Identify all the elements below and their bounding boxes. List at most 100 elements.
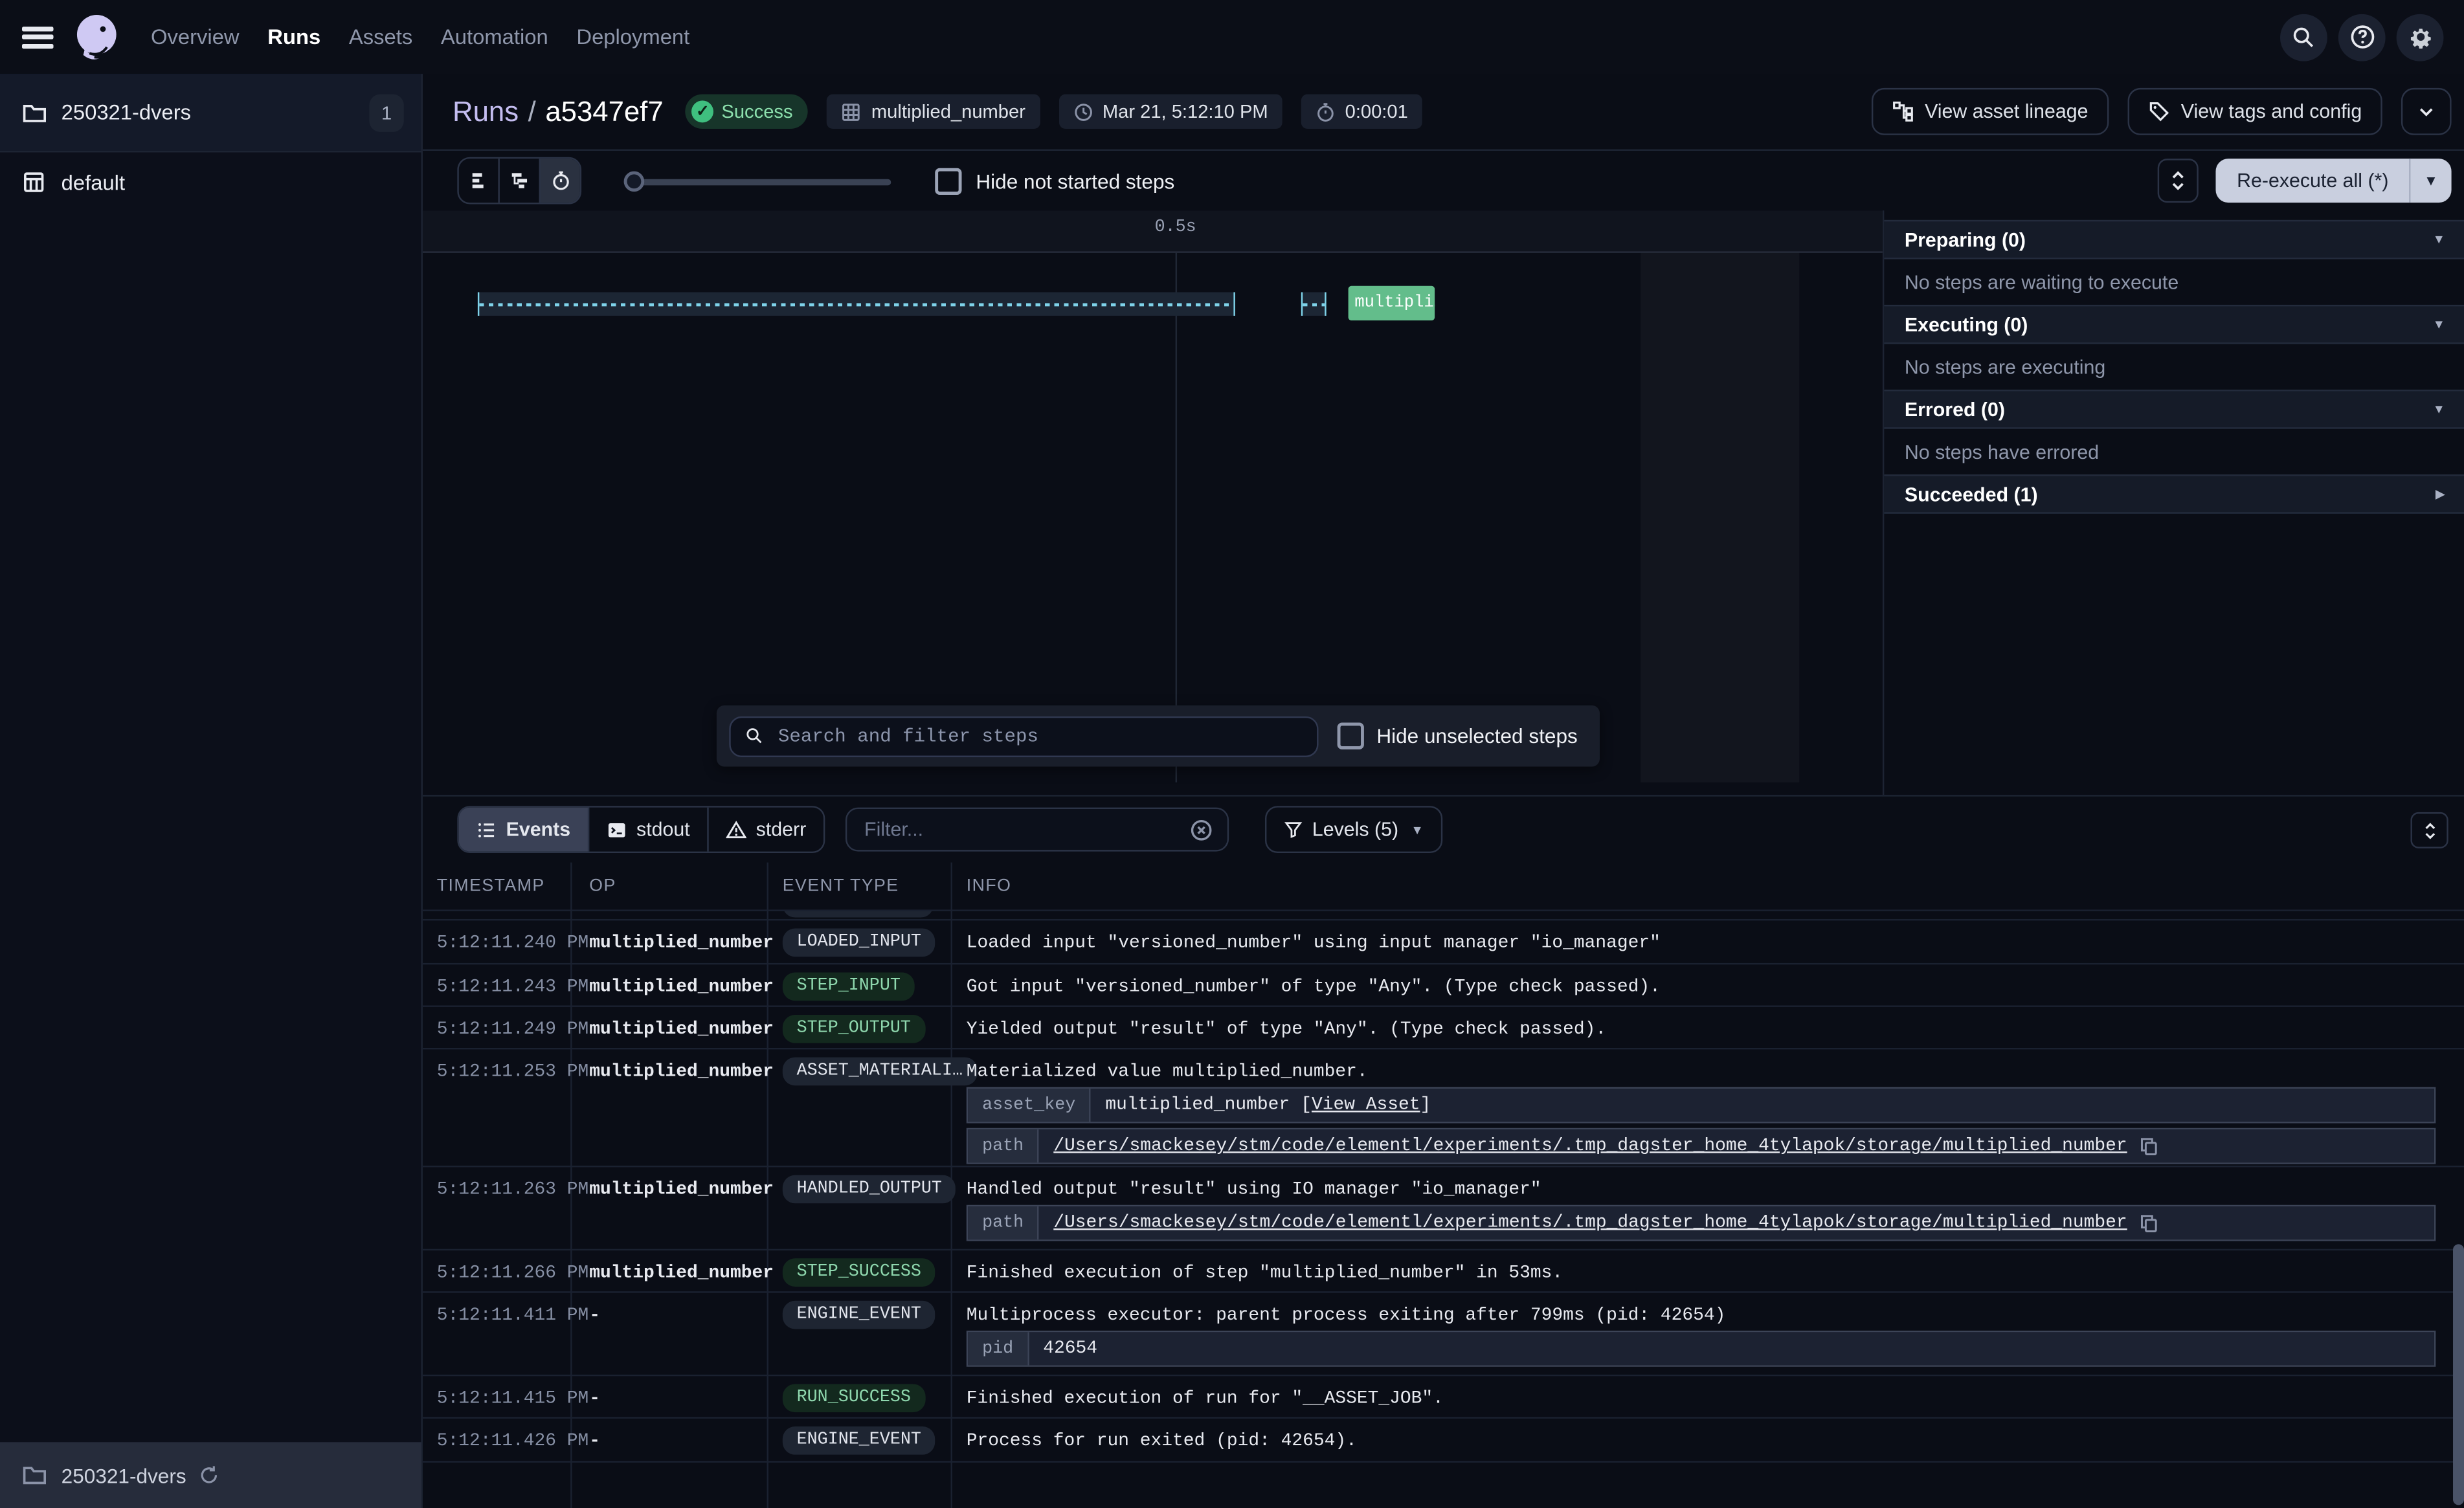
metadata-value[interactable]: 42654 xyxy=(1043,1338,1097,1359)
gantt-chart: 0.5s multipli… Hide unselected steps xyxy=(423,210,1883,795)
gantt-highlight-band xyxy=(1641,253,1799,782)
metadata-value[interactable]: /Users/smackesey/stm/code/elementl/exper… xyxy=(1053,1136,2127,1157)
table-row[interactable]: 5:12:11.266 PM multiplied_number STEP_SU… xyxy=(423,1250,2464,1293)
row-info: Yielded output "result" of type "Any". (… xyxy=(967,1007,2436,1040)
settings-gear-icon[interactable] xyxy=(2397,14,2444,61)
col-header-event-type: EVENT TYPE xyxy=(783,876,899,895)
sidebar-item-default-job[interactable]: default xyxy=(0,152,421,212)
dagster-logo[interactable] xyxy=(71,11,122,63)
table-row[interactable]: 5:12:11.263 PM multiplied_number HANDLED… xyxy=(423,1167,2464,1250)
step-status-section-header[interactable]: Preparing (0) ▼ xyxy=(1884,220,2464,260)
expand-events-button[interactable] xyxy=(2410,812,2448,848)
sidebar-footer[interactable]: 250321-dvers xyxy=(0,1442,421,1508)
gantt-queue-segment[interactable] xyxy=(1301,292,1327,315)
hide-unselected-checkbox[interactable] xyxy=(1338,723,1364,749)
flat-view-icon[interactable] xyxy=(459,159,500,203)
row-info: Handled output "result" using IO manager… xyxy=(967,1167,2436,1241)
sidebar-repo-row[interactable]: 250321-dvers 1 xyxy=(0,74,421,152)
copy-icon[interactable] xyxy=(2138,1213,2159,1234)
events-tab[interactable]: stdout xyxy=(589,808,709,852)
tab-icon xyxy=(726,819,747,840)
row-event-type: STEP_INPUT xyxy=(783,972,915,1001)
timestamp-pill: Mar 21, 5:12:10 PM xyxy=(1058,94,1282,129)
levels-dropdown[interactable]: Levels (5) ▼ xyxy=(1265,806,1442,853)
event-type-tag: ENGINE_EVENT xyxy=(783,1301,935,1329)
tag-icon xyxy=(2148,100,2170,122)
step-status-section-header[interactable]: Succeeded (1) ▶ xyxy=(1884,474,2464,514)
row-op: multiplied_number xyxy=(589,1263,774,1284)
zoom-slider-knob[interactable] xyxy=(624,170,645,191)
view-asset-link[interactable]: View Asset xyxy=(1312,1095,1420,1116)
asset-tag-pill[interactable]: multiplied_number xyxy=(827,94,1040,129)
copy-icon[interactable] xyxy=(2138,1136,2159,1157)
nav-item[interactable]: Assets xyxy=(349,25,412,49)
nav-item[interactable]: Overview xyxy=(151,25,240,49)
metadata-value[interactable]: /Users/smackesey/stm/code/elementl/exper… xyxy=(1053,1213,2127,1234)
section-chevron-icon[interactable]: ▼ xyxy=(2433,317,2445,331)
up-down-chevrons-icon xyxy=(2171,170,2186,192)
gantt-gridline xyxy=(1176,253,1177,782)
refresh-icon[interactable] xyxy=(197,1464,219,1486)
step-status-section-header[interactable]: Errored (0) ▼ xyxy=(1884,390,2464,429)
view-asset-lineage-button[interactable]: View asset lineage xyxy=(1872,88,2109,135)
step-status-section: Errored (0) ▼ No steps have errored xyxy=(1884,390,2464,474)
log-filter-input[interactable] xyxy=(861,817,1189,842)
up-down-chevrons-icon xyxy=(2423,821,2437,839)
table-row[interactable]: 5:12:11.243 PM multiplied_number STEP_IN… xyxy=(423,964,2464,1007)
gantt-body: multipli… Hide unselected steps xyxy=(423,253,1883,795)
run-id: a5347ef7 xyxy=(545,95,663,127)
event-type-tag: STEP_OUTPUT xyxy=(783,1015,925,1043)
clock-icon xyxy=(1073,102,1093,122)
nav-item[interactable]: Runs xyxy=(267,25,320,49)
step-status-section: Executing (0) ▼ No steps are executing xyxy=(1884,305,2464,390)
help-icon[interactable] xyxy=(2338,14,2386,61)
table-row[interactable]: 5:12:11.240 PM multiplied_number LOADED_… xyxy=(423,920,2464,964)
gantt-sort-button[interactable] xyxy=(2158,159,2199,203)
section-chevron-icon[interactable]: ▼ xyxy=(2433,232,2445,247)
timed-view-icon[interactable] xyxy=(541,159,580,203)
step-status-panel: Preparing (0) ▼ No steps are waiting to … xyxy=(1883,210,2464,795)
section-chevron-icon[interactable]: ▶ xyxy=(2436,487,2445,501)
main-content: Runs/a5347ef7 ✓ Success multiplied_numbe… xyxy=(423,74,2464,1508)
row-timestamp: 5:12:11.243 PM xyxy=(437,977,589,998)
table-row[interactable]: 5:12:11.253 PM multiplied_number ASSET_M… xyxy=(423,1049,2464,1167)
hide-not-started-checkbox[interactable] xyxy=(935,168,961,194)
vertical-scrollbar[interactable] xyxy=(2453,1244,2464,1505)
tab-icon xyxy=(607,819,627,840)
table-row[interactable]: 5:12:11.249 PM multiplied_number STEP_OU… xyxy=(423,1007,2464,1050)
metadata-key: asset_key xyxy=(968,1089,1091,1122)
hamburger-menu-icon[interactable] xyxy=(22,26,54,48)
reexecute-dropdown-caret[interactable]: ▼ xyxy=(2409,159,2452,203)
section-chevron-icon[interactable]: ▼ xyxy=(2433,402,2445,416)
search-icon[interactable] xyxy=(2280,14,2327,61)
nav-item[interactable]: Deployment xyxy=(576,25,689,49)
gantt-step-bar[interactable]: multipli… xyxy=(1349,286,1435,320)
events-tabs: Events stdout stderr xyxy=(457,806,825,853)
nav-item[interactable]: Automation xyxy=(441,25,548,49)
table-row[interactable]: 5:12:11.411 PM - ENGINE_EVENT Multiproce… xyxy=(423,1293,2464,1377)
screen: Overview Runs Assets Automation Deployment 2… xyxy=(0,0,2464,1508)
table-row[interactable]: 5:12:11.426 PM - ENGINE_EVENT Process fo… xyxy=(423,1419,2464,1463)
hide-not-started-label: Hide not started steps xyxy=(976,169,1174,192)
row-info: Process for run exited (pid: 42654). xyxy=(967,1419,2436,1452)
row-event-type: ASSET_MATERIALI… xyxy=(783,1058,977,1086)
gantt-waiting-bar[interactable] xyxy=(478,292,1235,315)
run-header-more-button[interactable] xyxy=(2401,88,2452,135)
funnel-icon xyxy=(1284,820,1303,839)
row-info: Finished execution of run for "__ASSET_J… xyxy=(967,1376,2436,1409)
clear-filter-icon[interactable] xyxy=(1190,817,1213,841)
table-row[interactable]: 5:12:11.415 PM - RUN_SUCCESS Finished ex… xyxy=(423,1376,2464,1419)
events-tab[interactable]: stderr xyxy=(709,808,823,852)
zoom-slider[interactable] xyxy=(624,170,891,191)
breadcrumb-runs-link[interactable]: Runs xyxy=(453,95,519,127)
hide-unselected-label: Hide unselected steps xyxy=(1376,724,1578,748)
step-status-section-header[interactable]: Executing (0) ▼ xyxy=(1884,305,2464,344)
gantt-timeline: 0.5s xyxy=(423,210,1883,253)
top-nav-actions xyxy=(2280,14,2443,61)
step-search-input[interactable] xyxy=(775,724,1303,749)
view-tags-config-button[interactable]: View tags and config xyxy=(2127,88,2382,135)
events-tab[interactable]: Events xyxy=(459,808,589,852)
reexecute-all-button[interactable]: Re-execute all (*) ▼ xyxy=(2217,159,2452,203)
waterfall-view-icon[interactable] xyxy=(500,159,541,203)
metadata-value[interactable]: multiplied_number xyxy=(1105,1095,1290,1116)
